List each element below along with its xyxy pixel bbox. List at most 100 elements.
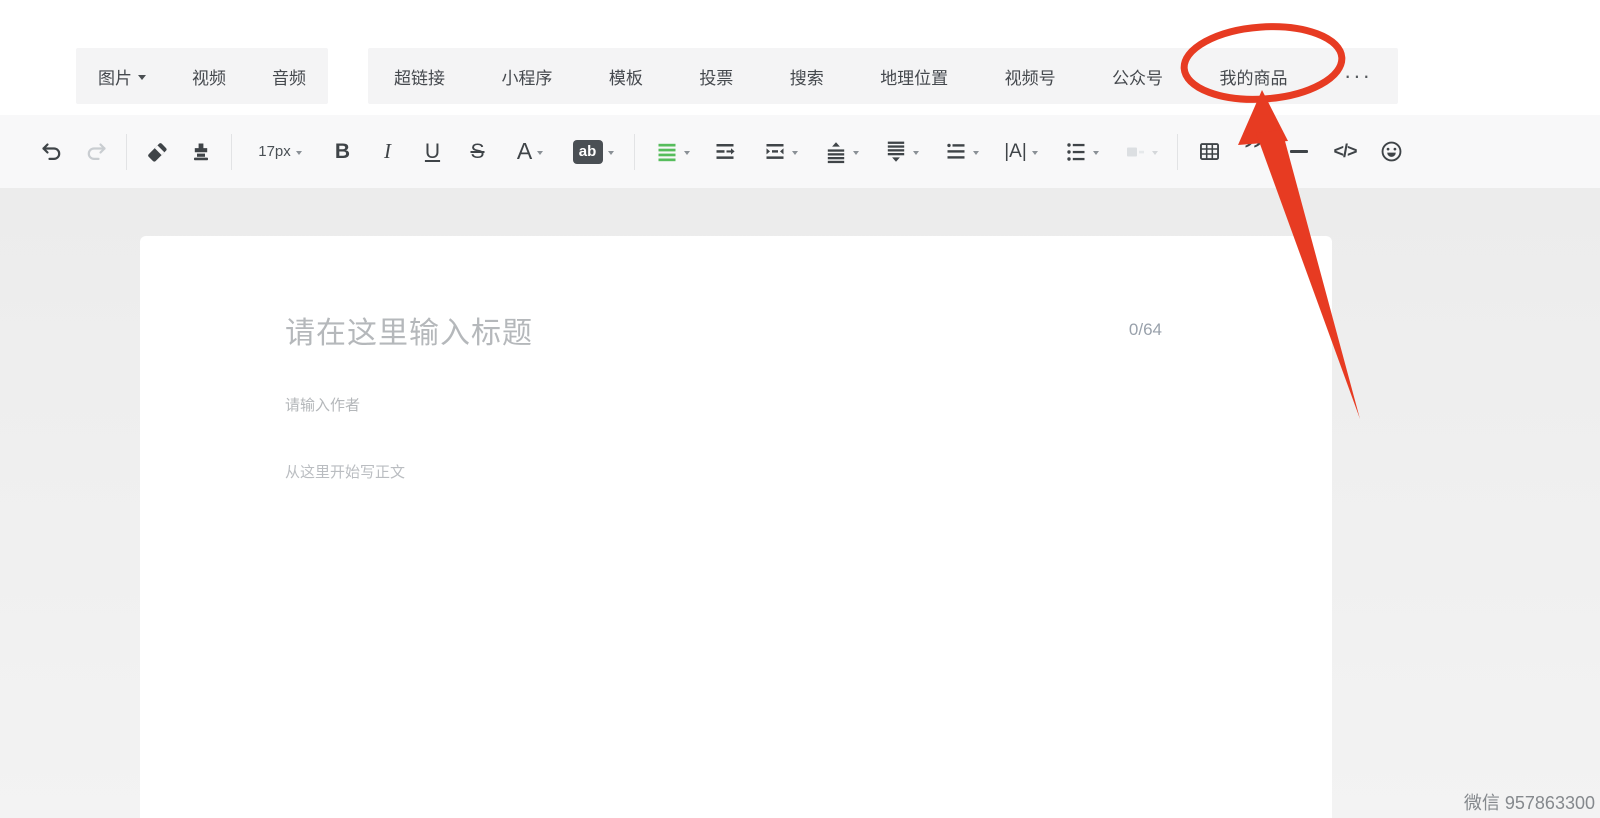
chevron-down-icon — [1152, 151, 1158, 155]
redo-button[interactable] — [74, 129, 118, 175]
font-color-dropdown[interactable]: A — [500, 129, 560, 175]
quote-button[interactable]: ” — [1232, 129, 1276, 175]
quote-icon: ” — [1244, 139, 1264, 165]
undo-icon — [40, 140, 64, 164]
chevron-down-icon — [684, 151, 690, 155]
code-icon: </> — [1333, 141, 1356, 162]
undo-button[interactable] — [30, 129, 74, 175]
title-row: 请在这里输入标题 0/64 — [285, 308, 1162, 352]
menu-item-vote[interactable]: 投票 — [699, 64, 733, 89]
strikethrough-label: S — [470, 140, 484, 164]
menu-item-label: 超链接 — [394, 64, 445, 89]
toolbar-divider — [1177, 134, 1178, 170]
table-button[interactable] — [1186, 129, 1232, 175]
italic-label: I — [384, 139, 391, 164]
eraser-icon — [144, 139, 170, 165]
bold-label: B — [335, 140, 350, 164]
more-dots-icon: ··· — [1344, 65, 1372, 87]
menu-item-video[interactable]: 视频 — [192, 64, 226, 89]
format-painter-icon — [189, 140, 213, 164]
underline-button[interactable]: U — [410, 129, 455, 175]
menu-item-official-account[interactable]: 公众号 — [1112, 64, 1163, 89]
menu-item-label: 公众号 — [1112, 64, 1163, 89]
wechat-article-editor: 图片 视频 音频 超链接 小程序 模板 投票 搜索 地理位置 视频号 公众号 我… — [0, 0, 1600, 818]
chevron-down-icon — [537, 151, 543, 155]
chevron-down-icon — [973, 151, 979, 155]
menu-item-hyperlink[interactable]: 超链接 — [394, 64, 445, 89]
menu-item-audio[interactable]: 音频 — [272, 64, 306, 89]
title-counter: 0/64 — [1129, 320, 1162, 340]
menu-item-label: 模板 — [609, 64, 643, 89]
menu-item-search[interactable]: 搜索 — [790, 64, 824, 89]
font-size-value: 17px — [258, 143, 291, 160]
table-icon — [1197, 139, 1222, 164]
menu-item-my-products[interactable]: 我的商品 — [1220, 64, 1288, 89]
letter-spacing-icon: |A| — [1004, 141, 1027, 163]
toolbar-divider — [634, 134, 635, 170]
menu-item-label: 视频号 — [1005, 64, 1056, 89]
menu-item-label: 我的商品 — [1220, 64, 1288, 89]
insert-menu-group: 超链接 小程序 模板 投票 搜索 地理位置 视频号 公众号 我的商品 ··· — [368, 48, 1398, 104]
list-style-dropdown[interactable] — [931, 129, 991, 175]
chevron-down-icon — [608, 151, 614, 155]
format-painter-button[interactable] — [179, 129, 223, 175]
font-size-dropdown[interactable]: 17px — [240, 129, 320, 175]
menu-item-label: 小程序 — [501, 64, 552, 89]
menu-item-label: 搜索 — [790, 64, 824, 89]
bullet-list-dropdown[interactable] — [1051, 129, 1111, 175]
code-button[interactable]: </> — [1322, 129, 1368, 175]
indent-right-icon — [713, 140, 737, 164]
highlight-color-dropdown[interactable]: ab — [560, 129, 626, 175]
indent-both-dropdown[interactable] — [749, 129, 811, 175]
line-height-dropdown[interactable] — [643, 129, 701, 175]
strikethrough-button[interactable]: S — [455, 129, 500, 175]
insert-menu-bar: 图片 视频 音频 超链接 小程序 模板 投票 搜索 地理位置 视频号 公众号 我… — [76, 48, 1398, 104]
chevron-down-icon — [1093, 151, 1099, 155]
indent-both-icon — [763, 140, 787, 164]
line-height-icon — [655, 140, 679, 164]
font-color-label: A — [517, 138, 532, 165]
title-input[interactable]: 请在这里输入标题 — [285, 308, 533, 352]
chevron-down-icon — [296, 151, 302, 155]
author-input[interactable]: 请输入作者 — [285, 394, 1162, 415]
bold-button[interactable]: B — [320, 129, 365, 175]
media-menu-group: 图片 视频 音频 — [76, 48, 328, 104]
emoji-icon — [1379, 139, 1404, 164]
underline-label: U — [425, 140, 440, 164]
menu-item-label: 图片 — [98, 64, 132, 89]
image-align-icon — [1123, 140, 1147, 164]
clear-format-button[interactable] — [135, 129, 179, 175]
menu-item-label: 投票 — [699, 64, 733, 89]
chevron-down-icon — [792, 151, 798, 155]
toolbar-divider — [231, 134, 232, 170]
image-align-dropdown-disabled — [1111, 129, 1169, 175]
bullet-list-icon — [1064, 140, 1088, 164]
menu-item-label: 地理位置 — [880, 64, 948, 89]
menu-item-label: 音频 — [272, 64, 306, 89]
redo-icon — [84, 140, 108, 164]
menu-more-button[interactable]: ··· — [1344, 65, 1372, 87]
italic-button[interactable]: I — [365, 129, 410, 175]
chevron-down-icon — [138, 75, 146, 80]
body-input[interactable]: 从这里开始写正文 — [285, 461, 1162, 482]
menu-item-image[interactable]: 图片 — [98, 64, 146, 89]
menu-item-channels[interactable]: 视频号 — [1005, 64, 1056, 89]
menu-item-label: 视频 — [192, 64, 226, 89]
watermark: 微信 957863300 — [1464, 789, 1595, 815]
chevron-down-icon — [913, 151, 919, 155]
article-card: 请在这里输入标题 0/64 请输入作者 从这里开始写正文 — [140, 236, 1332, 818]
horizontal-rule-button[interactable] — [1276, 129, 1322, 175]
horizontal-rule-icon — [1290, 150, 1308, 153]
menu-item-miniprogram[interactable]: 小程序 — [501, 64, 552, 89]
toolbar-divider — [126, 134, 127, 170]
space-above-icon — [824, 140, 848, 164]
menu-item-location[interactable]: 地理位置 — [880, 64, 948, 89]
letter-spacing-dropdown[interactable]: |A| — [991, 129, 1051, 175]
indent-button[interactable] — [701, 129, 749, 175]
chevron-down-icon — [853, 151, 859, 155]
space-below-dropdown[interactable] — [871, 129, 931, 175]
menu-item-template[interactable]: 模板 — [609, 64, 643, 89]
space-above-dropdown[interactable] — [811, 129, 871, 175]
emoji-button[interactable] — [1368, 129, 1414, 175]
list-style-icon — [944, 140, 968, 164]
